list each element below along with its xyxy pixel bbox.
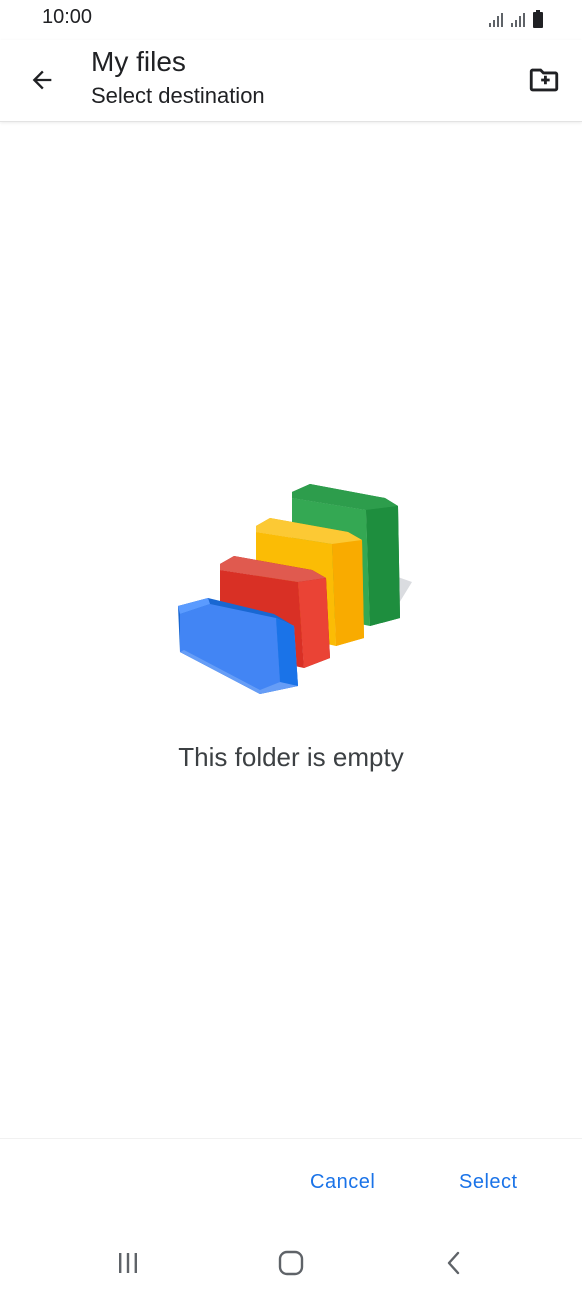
page-subtitle: Select destination — [91, 83, 265, 108]
home-button[interactable] — [266, 1238, 316, 1288]
empty-message: This folder is empty — [178, 742, 404, 772]
status-icons — [488, 8, 544, 28]
new-folder-button[interactable] — [520, 56, 568, 104]
recent-apps-button[interactable] — [103, 1238, 153, 1288]
cancel-button[interactable]: Cancel — [302, 1167, 383, 1198]
folders-graphic — [178, 484, 412, 694]
navigation-bar — [0, 1228, 582, 1297]
app-bar: My files Select destination — [0, 40, 582, 122]
signal-icon — [511, 13, 525, 27]
action-bar: Cancel Select — [0, 1138, 582, 1229]
create-new-folder-icon — [529, 68, 559, 92]
status-time: 10:00 — [42, 6, 93, 28]
back-button[interactable] — [20, 58, 64, 102]
battery-icon — [533, 10, 543, 28]
signal-icon — [489, 13, 503, 27]
back-icon — [447, 1251, 460, 1275]
system-back-button[interactable] — [429, 1238, 479, 1288]
recent-apps-icon — [119, 1253, 137, 1273]
page-title: My files — [91, 46, 186, 77]
empty-folders-illustration — [170, 478, 420, 708]
select-button[interactable]: Select — [451, 1167, 526, 1198]
status-bar: 10:00 — [0, 0, 582, 40]
arrow-back-icon — [32, 70, 52, 90]
home-icon — [278, 1250, 304, 1276]
